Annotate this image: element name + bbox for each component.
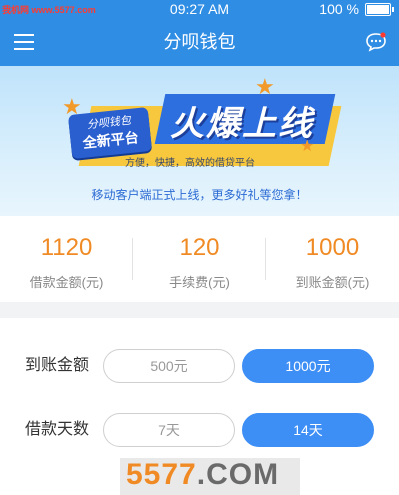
stat-fee: 120 手续费(元) [133, 216, 266, 302]
days-label: 借款天数 [25, 421, 90, 438]
status-bar: 我机网 www.5577.com 09:27 AM 100 % [0, 0, 399, 18]
stat-value: 1000 [305, 234, 360, 261]
page-title: 分呗钱包 [163, 32, 236, 52]
site-watermark-logo: 5577.COM [120, 458, 300, 495]
amount-option-500[interactable]: 500元 [103, 349, 235, 383]
watermark-main: 5577 [126, 458, 197, 491]
stat-value: 1120 [40, 234, 93, 261]
amount-option-1000[interactable]: 1000元 [242, 349, 374, 383]
watermark-suffix: .COM [196, 458, 280, 491]
days-row: 借款天数 7天 14天 [0, 413, 399, 447]
chat-bubble-icon[interactable] [365, 32, 387, 52]
stat-label: 借款金额(元) [29, 275, 104, 290]
promo-banner[interactable]: ★ ★ ★ 分呗钱包 全新平台 火爆上线 方便，快捷，高效的借贷平台 移动客户端… [0, 66, 399, 216]
loan-summary: 1120 借款金额(元) 120 手续费(元) 1000 到账金额(元) [0, 216, 399, 302]
amount-label: 到账金额 [25, 357, 90, 374]
days-option-14[interactable]: 14天 [242, 413, 374, 447]
nav-bar: 分呗钱包 [0, 18, 399, 66]
banner-headline: 火爆上线 [170, 105, 314, 143]
days-option-7[interactable]: 7天 [103, 413, 235, 447]
stat-loan-amount: 1120 借款金额(元) [0, 216, 133, 302]
banner-bottom-text: 移动客户端正式上线，更多好礼等您拿！ [91, 188, 308, 202]
stat-label: 到账金额(元) [295, 275, 370, 290]
amount-row: 到账金额 500元 1000元 [0, 349, 399, 383]
stat-received: 1000 到账金额(元) [266, 216, 399, 302]
battery-fill [367, 5, 389, 14]
battery-icon [365, 3, 394, 16]
stat-label: 手续费(元) [169, 275, 230, 290]
battery-percent: 100 % [319, 1, 359, 17]
banner-subline: 方便，快捷，高效的借贷平台 [125, 158, 255, 169]
star-icon: ★ [255, 74, 275, 99]
banner-tag: 分呗钱包 全新平台 [67, 106, 153, 160]
stat-value: 120 [179, 234, 220, 261]
